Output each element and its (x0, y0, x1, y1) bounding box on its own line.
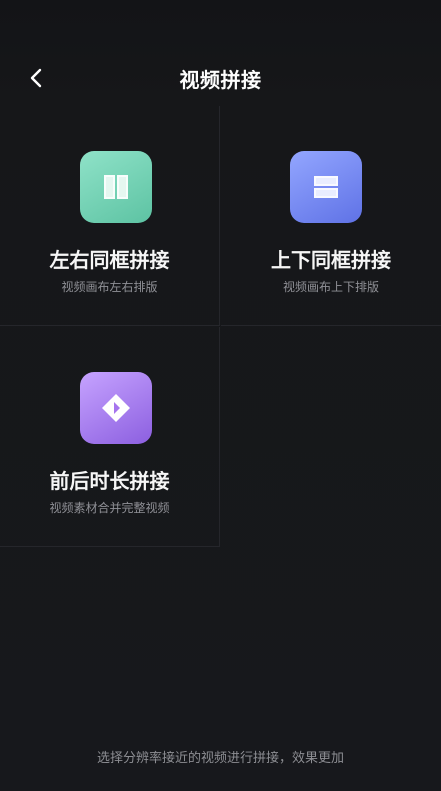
option-icon-tile (290, 151, 362, 223)
option-title: 左右同框拼接 (49, 248, 170, 272)
option-top-bottom-splice[interactable]: 上下同框拼接 视频画布上下排版 (221, 106, 441, 326)
option-subtitle: 视频画布左右排版 (61, 280, 158, 294)
option-sequence-splice[interactable]: 前后时长拼接 视频素材合并完整视频 (0, 327, 220, 547)
option-subtitle: 视频画布上下排版 (282, 280, 379, 294)
split-left-right-icon (104, 175, 128, 199)
footer-hint: 选择分辨率接近的视频进行拼接，效果更加 (96, 751, 344, 766)
option-icon-tile (80, 151, 152, 223)
option-title: 前后时长拼接 (49, 469, 170, 493)
option-left-right-splice[interactable]: 左右同框拼接 视频画布左右排版 (0, 106, 220, 326)
split-top-bottom-icon (314, 176, 338, 198)
option-icon-tile (80, 372, 152, 444)
option-title: 上下同框拼接 (271, 248, 391, 272)
sequence-merge-icon (102, 394, 130, 422)
splice-screen: 视频拼接 左右同框拼接 视频画布左右排版 上下同框拼接 视频画布上下排版 前后时… (0, 0, 441, 791)
option-subtitle: 视频素材合并完整视频 (49, 501, 170, 515)
top-bar: 视频拼接 (0, 0, 441, 106)
page-title: 视频拼接 (179, 68, 262, 92)
